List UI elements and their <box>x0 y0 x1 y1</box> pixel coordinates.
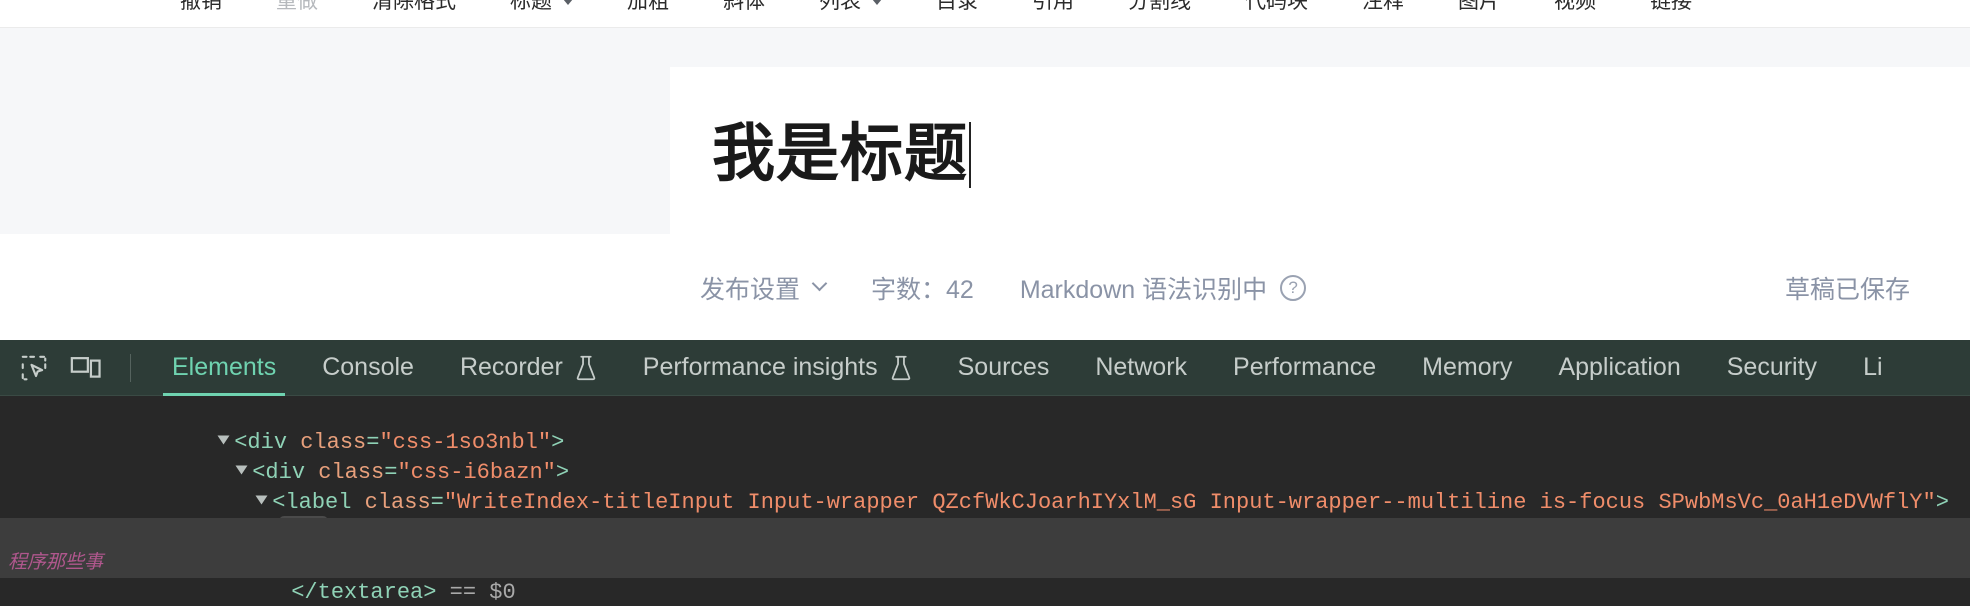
devtools-tab-label: Recorder <box>459 353 563 381</box>
dom-line[interactable]: <label class="WriteIndex-titleInput Inpu… <box>0 458 1970 515</box>
devtools-tab-label: Li <box>1863 353 1883 381</box>
toolbar-item-3[interactable]: 标题 <box>510 0 573 15</box>
toolbar-item-5[interactable]: 斜体 <box>723 0 765 15</box>
devtools-tab-security[interactable]: Security <box>1704 340 1840 396</box>
toolbar-item-label: 重做 <box>276 0 318 13</box>
publish-settings-label: 发布设置 <box>700 275 801 304</box>
devtools-tab-sources[interactable]: Sources <box>935 340 1073 396</box>
markdown-hint-label: Markdown 语法识别中 <box>1019 275 1268 304</box>
title-text: 我是标题 <box>712 119 968 189</box>
title-input[interactable]: 我是标题 <box>712 122 971 188</box>
toolbar-item-8[interactable]: 引用 <box>1032 0 1074 15</box>
chevron-down-icon <box>563 0 573 5</box>
toolbar-item-label: 代码块 <box>1245 0 1308 13</box>
status-left-group: 发布设置 字数：42 Markdown 语法识别中 ? <box>700 270 1352 306</box>
chevron-down-icon <box>872 0 882 5</box>
toolbar-item-label: 引用 <box>1032 0 1074 13</box>
toolbar-item-label: 加粗 <box>627 0 669 13</box>
devtools-panel: Elements Console Recorder Performance insig… <box>0 340 1970 606</box>
devtools-tab-label: Memory <box>1422 353 1513 381</box>
dom-line[interactable]: <div class="css-i6bazn"> <box>0 428 1970 485</box>
chevron-down-icon <box>811 275 828 292</box>
toolbar-item-0[interactable]: 撤销 <box>180 0 222 15</box>
document-canvas: 我是标题 <box>0 29 1970 237</box>
dom-line-selected[interactable]: </textarea> == $0 <box>0 548 1970 605</box>
dom-tree: <div class="css-1so3nbl"> <div class="cs… <box>0 396 1970 606</box>
device-toolbar-icon[interactable] <box>60 342 112 394</box>
toolbar-item-1[interactable]: 重做 <box>276 0 318 15</box>
toolbar-item-label: 分割线 <box>1128 0 1191 13</box>
dom-line-selected[interactable]: ···<textarea rows="1" class="Input i7cW1… <box>0 518 1970 576</box>
watermark: 程序那些事 <box>8 552 104 573</box>
toolbar-item-13[interactable]: 视频 <box>1554 0 1596 15</box>
toolbar-item-label: 链接 <box>1650 0 1692 13</box>
devtools-tabs: Elements Console Recorder Performance insig… <box>149 340 1906 396</box>
toolbar-item-label: 撤销 <box>180 0 222 13</box>
devtools-tab-li[interactable]: Li <box>1840 340 1905 396</box>
toolbar-item-label: 图片 <box>1458 0 1500 13</box>
publish-settings-button[interactable]: 发布设置 <box>700 270 828 306</box>
document-sheet: 我是标题 <box>670 67 1970 237</box>
devtools-tab-label: Performance <box>1233 353 1377 381</box>
devtools-tab-network[interactable]: Network <box>1072 340 1210 396</box>
toolbar-item-2[interactable]: 清除格式 <box>372 0 456 15</box>
dom-line[interactable]: <div class="css-1so3nbl"> <box>0 398 1970 455</box>
devtools-tab-console[interactable]: Console <box>299 340 437 396</box>
devtools-tab-performance-insights[interactable]: Performance insights <box>620 340 935 396</box>
toolbar-item-11[interactable]: 注释 <box>1362 0 1404 15</box>
toolbar-item-label: 目录 <box>936 0 978 13</box>
toolbar-item-label: 视频 <box>1554 0 1596 13</box>
toolbar-item-7[interactable]: 目录 <box>936 0 978 15</box>
toolbar-item-14[interactable]: 链接 <box>1650 0 1692 15</box>
flask-icon <box>891 355 910 380</box>
help-icon[interactable]: ? <box>1280 274 1307 301</box>
toolbar-item-12[interactable]: 图片 <box>1458 0 1500 15</box>
devtools-tab-bar: Elements Console Recorder Performance insig… <box>0 340 1970 396</box>
dom-badge-row: flex <box>0 488 1970 550</box>
devtools-tab-label: Security <box>1726 353 1818 381</box>
toolbar-item-6[interactable]: 列表 <box>819 0 882 15</box>
toolbar-item-label: 斜体 <box>723 0 765 13</box>
formatting-toolbar: 撤销 重做 清除格式 标题 加粗 斜体 列表 目录 引用 分割线 代码块 注释 图片 视频 链接 <box>0 0 1970 28</box>
toolbar-item-9[interactable]: 分割线 <box>1128 0 1191 15</box>
devtools-tab-memory[interactable]: Memory <box>1399 340 1535 396</box>
devtools-tab-label: Performance insights <box>642 353 878 381</box>
devtools-tab-application[interactable]: Application <box>1535 340 1703 396</box>
dom-line[interactable]: </label> <box>0 578 1970 606</box>
word-count: 字数：42 <box>871 270 974 306</box>
toolbar-item-label: 列表 <box>819 0 861 13</box>
devtools-tab-recorder[interactable]: Recorder <box>437 340 620 396</box>
devtools-tab-label: Network <box>1095 353 1188 381</box>
word-count-label: 字数：42 <box>871 275 974 304</box>
toolbar-item-label: 标题 <box>510 0 552 13</box>
devtools-tab-elements[interactable]: Elements <box>149 340 299 396</box>
text-caret <box>969 122 971 188</box>
toolbar-item-label: 注释 <box>1362 0 1404 13</box>
devtools-tab-label: Elements <box>172 353 277 381</box>
toolbar-item-label: 清除格式 <box>372 0 456 13</box>
devtools-tab-label: Application <box>1558 353 1681 381</box>
markdown-hint: Markdown 语法识别中 ? <box>1019 270 1307 306</box>
toolbar-item-10[interactable]: 代码块 <box>1245 0 1308 15</box>
devtools-tab-label: Console <box>322 353 414 381</box>
flask-icon <box>576 355 596 380</box>
toolbar-item-4[interactable]: 加粗 <box>627 0 669 15</box>
inspect-element-icon[interactable] <box>8 342 60 394</box>
devtools-tab-performance[interactable]: Performance <box>1210 340 1399 396</box>
draft-saved-status: 草稿已保存 <box>1784 275 1910 304</box>
devtools-tab-label: Sources <box>957 353 1050 381</box>
editor-app: 撤销 重做 清除格式 标题 加粗 斜体 列表 目录 引用 分割线 代码块 注释 图片 视频 链接 我是标题 … <box>0 0 1970 341</box>
editor-status-bar: 发布设置 字数：42 Markdown 语法识别中 ? 草稿已保存 <box>0 234 1970 341</box>
toolbar-divider <box>130 353 131 382</box>
